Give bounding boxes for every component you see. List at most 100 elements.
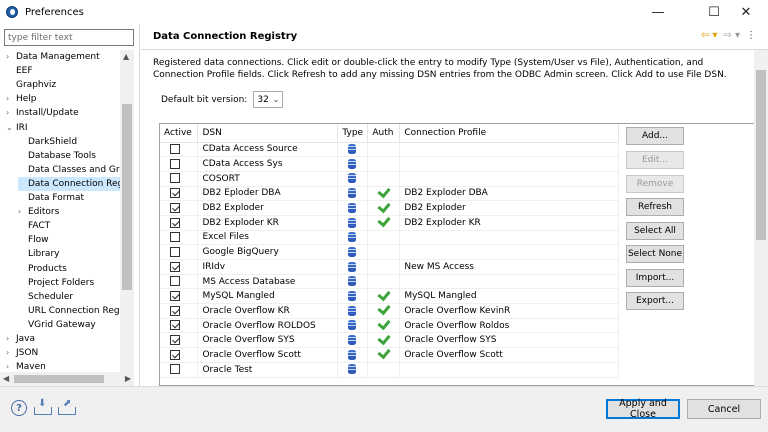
table-row[interactable]: Oracle Overflow KR Oracle Overflow KevinR	[160, 302, 619, 319]
sidebar-item[interactable]: Project Folders	[18, 276, 120, 290]
active-checkbox[interactable]	[170, 217, 180, 228]
sidebar-scrollbar[interactable]: ▲ ▼	[120, 50, 134, 386]
sidebar-item-label: Maven	[16, 362, 46, 373]
sidebar-item[interactable]: ⌄ IRI	[6, 121, 120, 135]
add-button[interactable]: Add...	[626, 127, 684, 145]
sidebar-item[interactable]: Database Tools	[18, 149, 120, 163]
sidebar-item[interactable]: › Editors	[18, 205, 120, 219]
table-row[interactable]: CData Access Source	[160, 142, 619, 158]
checkmark-icon	[377, 184, 391, 199]
active-checkbox[interactable]	[170, 158, 180, 169]
sidebar-item[interactable]: › Java	[6, 332, 120, 346]
active-checkbox[interactable]	[170, 364, 180, 375]
active-checkbox[interactable]	[170, 349, 180, 360]
table-row[interactable]: MySQL Mangled MySQL Mangled	[160, 287, 619, 305]
chevron-right-icon[interactable]: ›	[6, 92, 16, 106]
dsn-cell: MS Access Database	[197, 274, 339, 290]
close-button[interactable]: ✕	[724, 0, 768, 24]
cancel-button[interactable]: Cancel	[687, 399, 761, 419]
active-checkbox[interactable]	[170, 232, 180, 243]
back-arrow-icon[interactable]: ⇦ ▾	[701, 30, 718, 41]
active-checkbox[interactable]	[170, 276, 180, 287]
sidebar-item[interactable]: VGrid Gateway	[18, 318, 120, 332]
sidebar-item[interactable]: Data Classes and Grou	[18, 163, 120, 177]
sidebar-item[interactable]: › JSON	[6, 346, 120, 360]
help-icon[interactable]: ?	[11, 400, 27, 416]
table-row[interactable]: MS Access Database	[160, 274, 619, 290]
scroll-up-icon[interactable]: ▲	[123, 52, 129, 61]
table-row[interactable]: DB2 Exploder DB2 Exploder	[160, 199, 619, 216]
chevron-right-icon[interactable]: ›	[6, 50, 16, 64]
sidebar-item[interactable]: DarkShield	[18, 135, 120, 149]
table-row[interactable]: Oracle Overflow SYS Oracle Overflow SYS	[160, 331, 619, 349]
active-checkbox[interactable]	[170, 202, 180, 213]
forward-arrow-icon[interactable]: ⇨ ▾	[723, 30, 740, 41]
active-checkbox[interactable]	[170, 320, 180, 331]
page-scroll-thumb[interactable]	[756, 70, 766, 240]
edit-button[interactable]: Edit...	[626, 151, 684, 169]
table-row[interactable]: Google BigQuery	[160, 244, 619, 260]
sidebar-item[interactable]: Library	[18, 247, 120, 261]
table-row[interactable]: Oracle Overflow Scott Oracle Overflow Sco…	[160, 346, 619, 363]
active-checkbox[interactable]	[170, 305, 180, 316]
minimize-button[interactable]: —	[636, 0, 680, 24]
table-row[interactable]: IRIdv New MS Access	[160, 259, 619, 275]
col-type[interactable]: Type	[337, 124, 369, 143]
table-row[interactable]: Excel Files	[160, 230, 619, 246]
hscroll-thumb[interactable]	[14, 375, 104, 383]
chevron-right-icon[interactable]: ›	[6, 106, 16, 120]
export-preferences-icon[interactable]	[58, 398, 76, 415]
active-checkbox[interactable]	[170, 290, 180, 301]
col-connection-profile[interactable]: Connection Profile	[399, 124, 619, 143]
active-checkbox[interactable]	[170, 173, 180, 184]
import-preferences-icon[interactable]	[34, 398, 52, 415]
sidebar-item[interactable]: URL Connection Regi	[18, 304, 120, 318]
table-row[interactable]: Oracle Overflow ROLDOS Oracle Overflow Ro…	[160, 316, 619, 334]
table-row[interactable]: Oracle Test	[160, 362, 619, 378]
col-active[interactable]: Active	[160, 124, 199, 143]
refresh-button[interactable]: Refresh	[626, 198, 684, 216]
active-checkbox[interactable]	[170, 261, 180, 272]
sidebar-item[interactable]: Graphviz	[6, 78, 120, 92]
sidebar-item-label: Editors	[28, 207, 60, 218]
active-checkbox[interactable]	[170, 246, 180, 257]
sidebar-item[interactable]: › Data Management	[6, 50, 120, 64]
export-button[interactable]: Export...	[626, 292, 684, 310]
chevron-down-icon[interactable]: ⌄	[6, 121, 16, 135]
table-row[interactable]: COSORT	[160, 171, 619, 187]
scroll-thumb[interactable]	[122, 104, 132, 290]
col-dsn[interactable]: DSN	[197, 124, 339, 143]
filter-input[interactable]	[4, 29, 134, 46]
sidebar-item[interactable]: Products	[18, 262, 120, 276]
active-checkbox[interactable]	[170, 188, 180, 199]
sidebar-item[interactable]: FACT	[18, 219, 120, 233]
sidebar-hscrollbar[interactable]: ◀ ▶	[0, 372, 134, 386]
chevron-right-icon[interactable]: ›	[6, 332, 16, 346]
table-row[interactable]: DB2 Eploder DBA DB2 Exploder DBA	[160, 184, 619, 202]
select-none-button[interactable]: Select None	[626, 245, 684, 263]
sidebar-item[interactable]: Data Format	[18, 191, 120, 205]
sidebar-item[interactable]: Scheduler	[18, 290, 120, 304]
table-row[interactable]: CData Access Sys	[160, 156, 619, 172]
chevron-right-icon[interactable]: ›	[6, 346, 16, 360]
scroll-right-icon[interactable]: ▶	[125, 374, 131, 383]
table-row[interactable]: DB2 Exploder KR DB2 Exploder KR	[160, 213, 619, 231]
col-auth[interactable]: Auth	[367, 124, 401, 143]
select-all-button[interactable]: Select All	[626, 222, 684, 240]
scroll-left-icon[interactable]: ◀	[3, 374, 9, 383]
sidebar-item[interactable]: Flow	[18, 233, 120, 247]
active-checkbox[interactable]	[170, 335, 180, 346]
sidebar-item[interactable]: › Help	[6, 92, 120, 106]
chevron-right-icon[interactable]: ›	[18, 205, 28, 219]
dsn-cell: Oracle Overflow Scott	[197, 347, 339, 363]
sidebar-item[interactable]: Data Connection Reg	[18, 176, 120, 191]
apply-and-close-button[interactable]: Apply and Close	[606, 398, 680, 420]
sidebar-item[interactable]: EEF	[6, 64, 120, 78]
active-checkbox[interactable]	[170, 144, 180, 155]
import-button[interactable]: Import...	[626, 269, 684, 287]
page-scrollbar[interactable]	[754, 50, 768, 386]
remove-button[interactable]: Remove	[626, 175, 684, 193]
view-menu-icon[interactable]: ⋮	[746, 30, 756, 41]
bit-version-select[interactable]: 32 ⌄	[253, 91, 284, 108]
sidebar-item[interactable]: › Install/Update	[6, 106, 120, 120]
